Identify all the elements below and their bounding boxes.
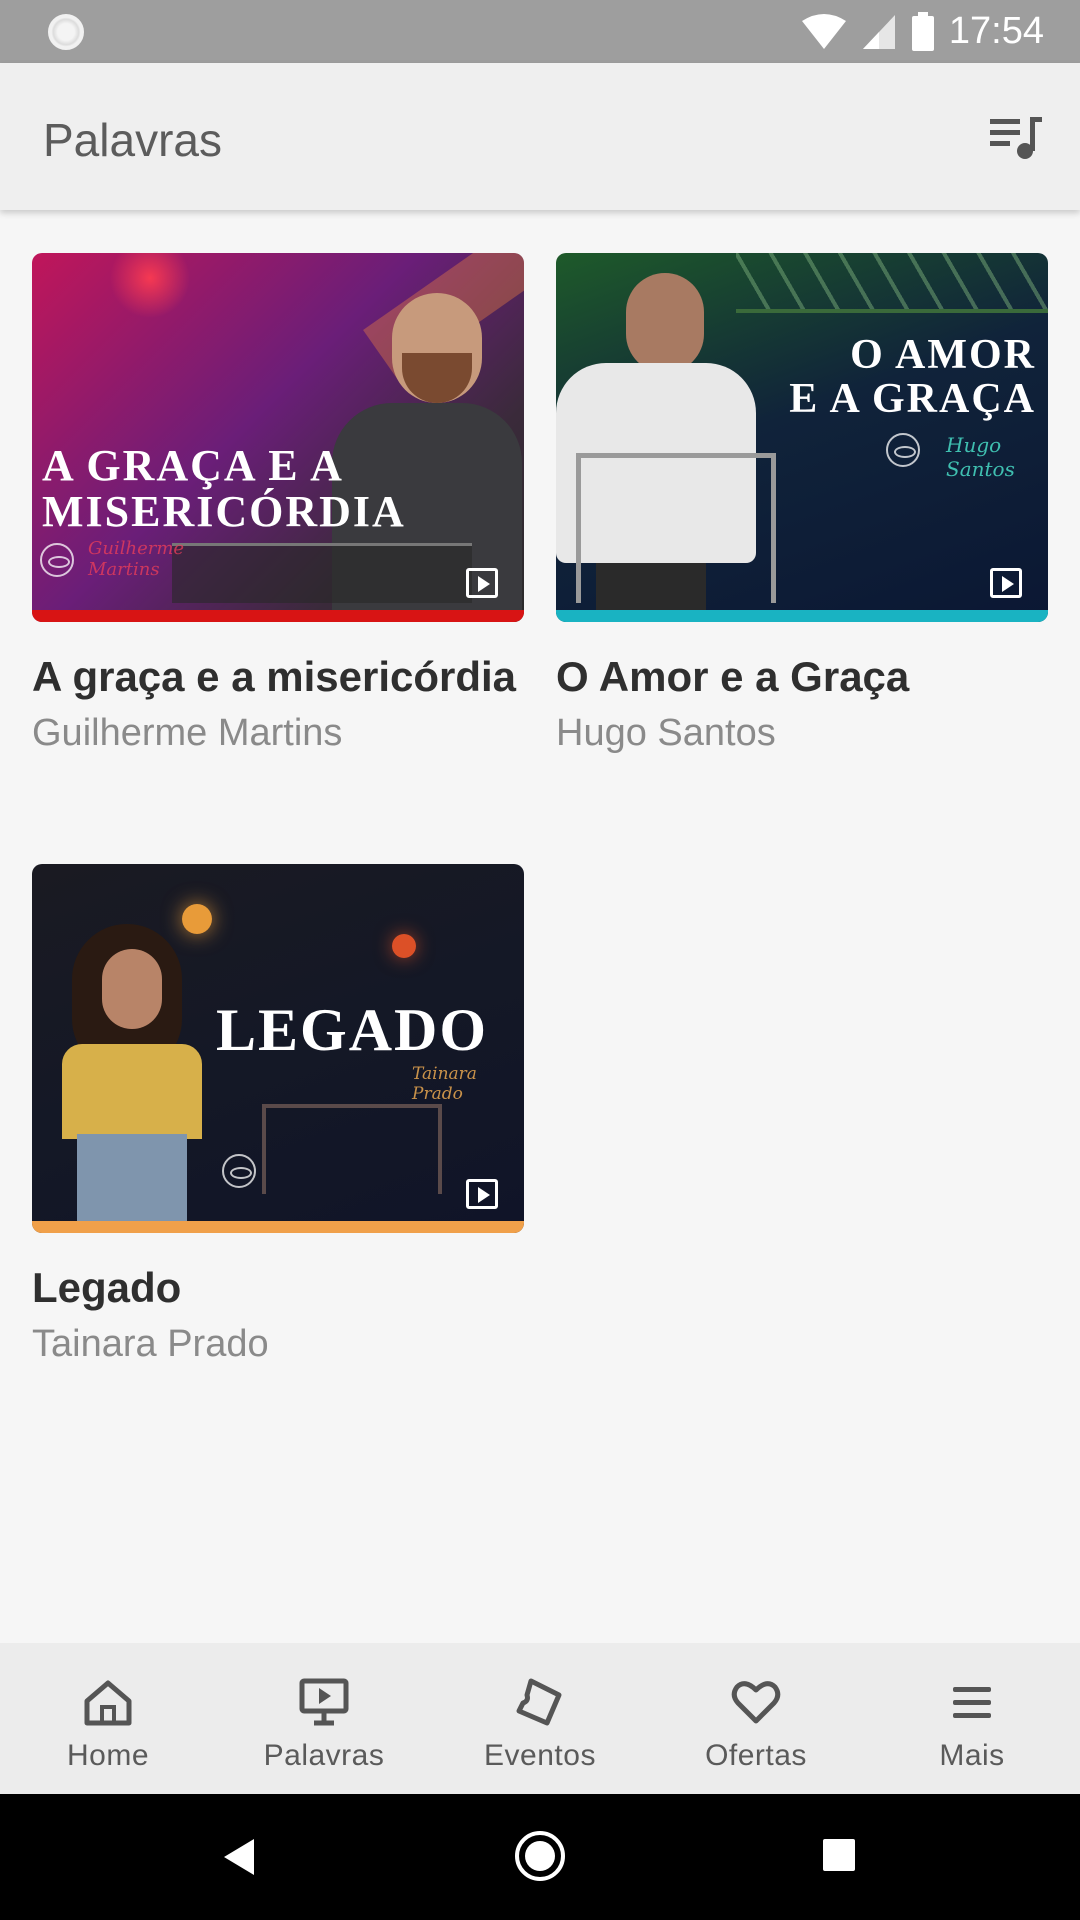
nav-item-palavras[interactable]: Palavras	[216, 1643, 432, 1794]
video-speaker: Guilherme Martins	[32, 712, 343, 754]
thumbnail-title: LEGADO	[216, 997, 489, 1063]
play-icon	[466, 568, 498, 598]
speaker-image	[52, 924, 212, 1233]
status-bar: 17:54	[0, 0, 1080, 63]
signal-icon	[862, 14, 895, 49]
thumbnail-signature: Guilherme Martins	[88, 538, 185, 580]
video-thumbnail[interactable]: A GRAÇA E A MISERICÓRDIA Guilherme Marti…	[32, 253, 524, 622]
video-speaker: Hugo Santos	[556, 712, 776, 754]
nav-item-ofertas[interactable]: Ofertas	[648, 1643, 864, 1794]
video-title[interactable]: Legado	[32, 1261, 524, 1315]
nav-label: Mais	[939, 1739, 1005, 1772]
video-title[interactable]: O Amor e a Graça	[556, 650, 1048, 704]
home-button-icon[interactable]	[514, 1830, 566, 1882]
nav-label: Ofertas	[705, 1739, 807, 1772]
play-icon	[990, 568, 1022, 598]
video-card[interactable]: LEGADO Tainara Prado Legado Tainara Prad…	[32, 864, 524, 1369]
thumbnail-signature: Hugo Santos	[946, 433, 1015, 481]
video-title[interactable]: A graça e a misericórdia	[32, 650, 524, 704]
nav-item-mais[interactable]: Mais	[864, 1643, 1080, 1794]
menu-icon	[953, 1687, 991, 1718]
accent-bar	[32, 610, 524, 622]
battery-icon	[911, 11, 934, 51]
thumbnail-title: O AMOR E A GRAÇA	[789, 332, 1036, 423]
recents-icon[interactable]	[822, 1838, 856, 1872]
app-bar: Palavras	[0, 63, 1080, 210]
video-speaker: Tainara Prado	[32, 1323, 269, 1365]
playlist-icon[interactable]	[988, 113, 1044, 161]
system-navigation-bar	[0, 1794, 1080, 1920]
nav-label: Eventos	[484, 1739, 596, 1772]
church-logo-icon	[222, 1154, 256, 1188]
video-thumbnail[interactable]: LEGADO Tainara Prado	[32, 864, 524, 1233]
nav-label: Palavras	[263, 1739, 385, 1772]
accent-bar	[32, 1221, 524, 1233]
bottom-navigation: Home Palavras Eventos Ofertas Mais	[0, 1643, 1080, 1794]
heart-icon	[731, 1681, 781, 1724]
ticket-icon	[516, 1678, 562, 1726]
video-card[interactable]: O AMOR E A GRAÇA Hugo Santos O Amor e a …	[556, 253, 1048, 758]
church-logo-icon	[886, 433, 920, 467]
page-title: Palavras	[43, 114, 222, 166]
nav-item-eventos[interactable]: Eventos	[432, 1643, 648, 1794]
thumbnail-title: A GRAÇA E A MISERICÓRDIA	[42, 441, 406, 537]
home-icon	[84, 1680, 132, 1726]
presentation-icon	[299, 1678, 349, 1726]
wifi-icon	[801, 13, 846, 49]
thumbnail-signature: Tainara Prado	[412, 1064, 477, 1104]
video-card[interactable]: A GRAÇA E A MISERICÓRDIA Guilherme Marti…	[32, 253, 524, 758]
nav-label: Home	[66, 1739, 150, 1772]
play-icon	[466, 1179, 498, 1209]
loading-icon	[48, 14, 84, 50]
back-icon[interactable]	[222, 1837, 256, 1877]
accent-bar	[556, 610, 1048, 622]
nav-item-home[interactable]: Home	[0, 1643, 216, 1794]
church-logo-icon	[40, 543, 74, 577]
video-thumbnail[interactable]: O AMOR E A GRAÇA Hugo Santos	[556, 253, 1048, 622]
clock: 17:54	[948, 10, 1044, 52]
